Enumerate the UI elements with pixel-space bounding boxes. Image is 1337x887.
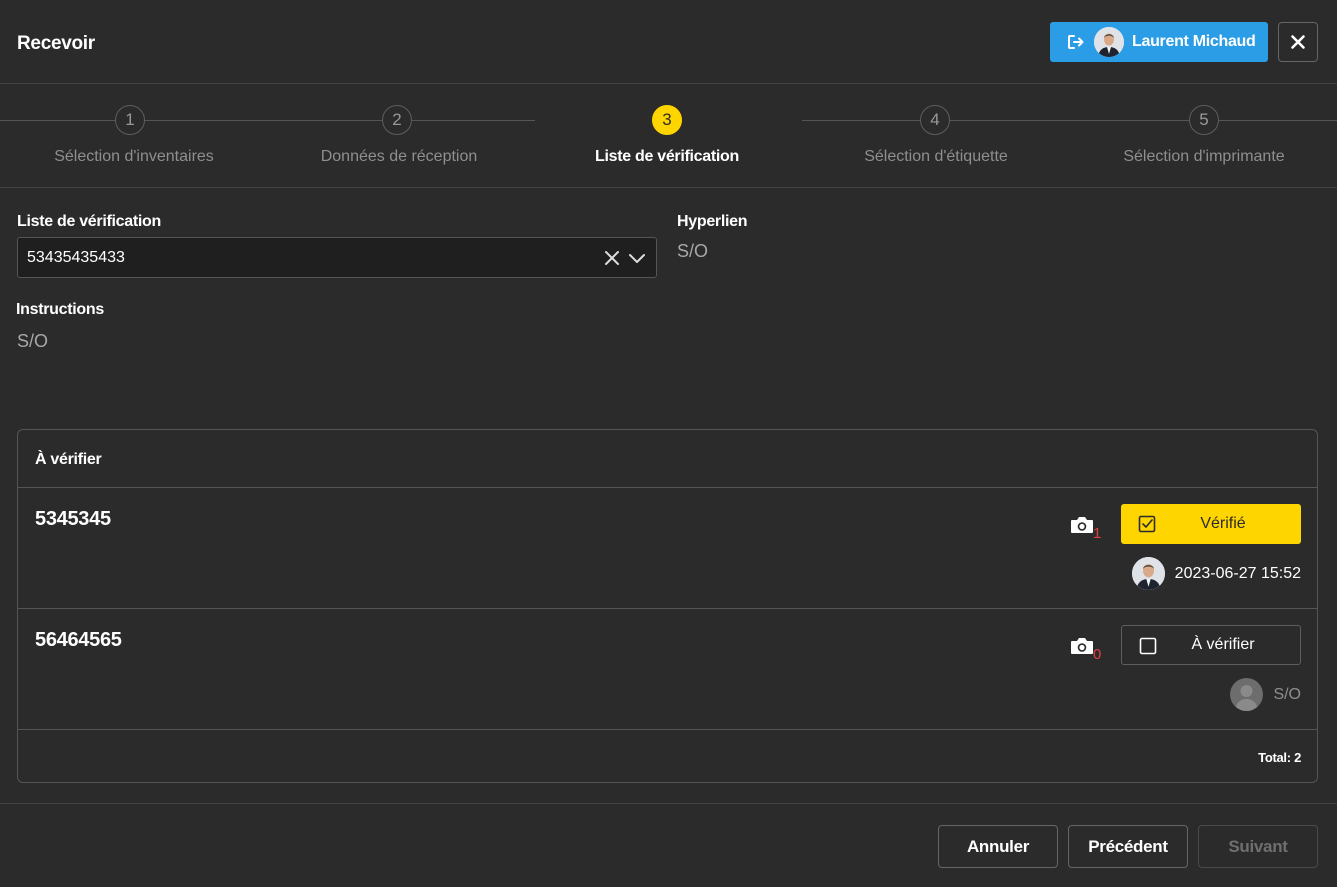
hyperlink-label: Hyperlien [677, 213, 748, 230]
step-number: 2 [382, 105, 412, 135]
step-label: Données de réception [320, 148, 478, 165]
list-item: 5345345 1 Vérifié 2023-06-27 15:52 [18, 487, 1317, 609]
total-count: Total: 2 [1258, 750, 1301, 765]
step-number: 1 [115, 105, 145, 135]
item-code: 5345345 [35, 508, 111, 530]
logout-icon [1068, 35, 1084, 49]
verified-timestamp: 2023-06-27 15:52 [1174, 564, 1301, 582]
checklist-select-value: 53435435433 [27, 248, 125, 266]
placeholder-avatar [1230, 678, 1264, 711]
camera-icon[interactable] [1069, 513, 1095, 537]
verifier-avatar [1131, 557, 1165, 590]
close-button[interactable] [1278, 22, 1318, 62]
dialog-title: Recevoir [17, 33, 95, 54]
verified-button-label: Vérifié [1200, 515, 1246, 532]
step-number: 5 [1189, 105, 1219, 135]
cancel-button[interactable]: Annuler [938, 825, 1058, 868]
step-label: Sélection d'inventaires [54, 148, 214, 165]
step-number: 3 [652, 105, 682, 135]
step-label: Sélection d'imprimante [1123, 148, 1285, 165]
previous-button[interactable]: Précédent [1068, 825, 1188, 868]
verified-by: 2023-06-27 15:52 [1131, 557, 1301, 590]
user-avatar [1094, 27, 1124, 57]
dialog-header: Recevoir Laurent Michaud [0, 0, 1337, 84]
to-verify-button-label: À vérifier [1191, 636, 1255, 653]
to-verify-button[interactable]: À vérifier [1121, 625, 1301, 665]
card-title: À vérifier [35, 451, 102, 468]
clear-icon[interactable] [604, 250, 620, 266]
close-icon [1291, 35, 1305, 49]
camera-icon[interactable] [1069, 634, 1095, 658]
instructions-label: Instructions [16, 301, 104, 318]
verified-button[interactable]: Vérifié [1121, 504, 1301, 544]
verified-timestamp: S/O [1273, 685, 1301, 703]
photo-count: 1 [1093, 525, 1102, 542]
step-label: Sélection d'étiquette [864, 148, 1008, 165]
photo-count: 0 [1093, 646, 1102, 663]
chevron-down-icon[interactable] [628, 250, 646, 266]
verification-card: À vérifier 5345345 1 Vérifié 2023-06-27 … [17, 429, 1318, 783]
step-number: 4 [920, 105, 950, 135]
card-header: À vérifier [18, 430, 1317, 488]
list-item: 56464565 0 À vérifier S/O [18, 608, 1317, 730]
user-name: Laurent Michaud [1132, 33, 1256, 50]
step-label: Liste de vérification [595, 148, 739, 165]
checklist-label: Liste de vérification [17, 213, 161, 230]
next-button[interactable]: Suivant [1198, 825, 1318, 868]
stepper: 1 Sélection d'inventaires 2 Données de r… [0, 85, 1337, 188]
item-code: 56464565 [35, 629, 122, 651]
hyperlink-value: S/O [677, 241, 709, 261]
instructions-value: S/O [17, 331, 49, 351]
dialog-footer: Annuler Précédent Suivant [0, 803, 1337, 887]
checklist-select[interactable]: 53435435433 [17, 237, 657, 278]
verified-by: S/O [1230, 678, 1301, 711]
user-logout-button[interactable]: Laurent Michaud [1050, 22, 1268, 62]
